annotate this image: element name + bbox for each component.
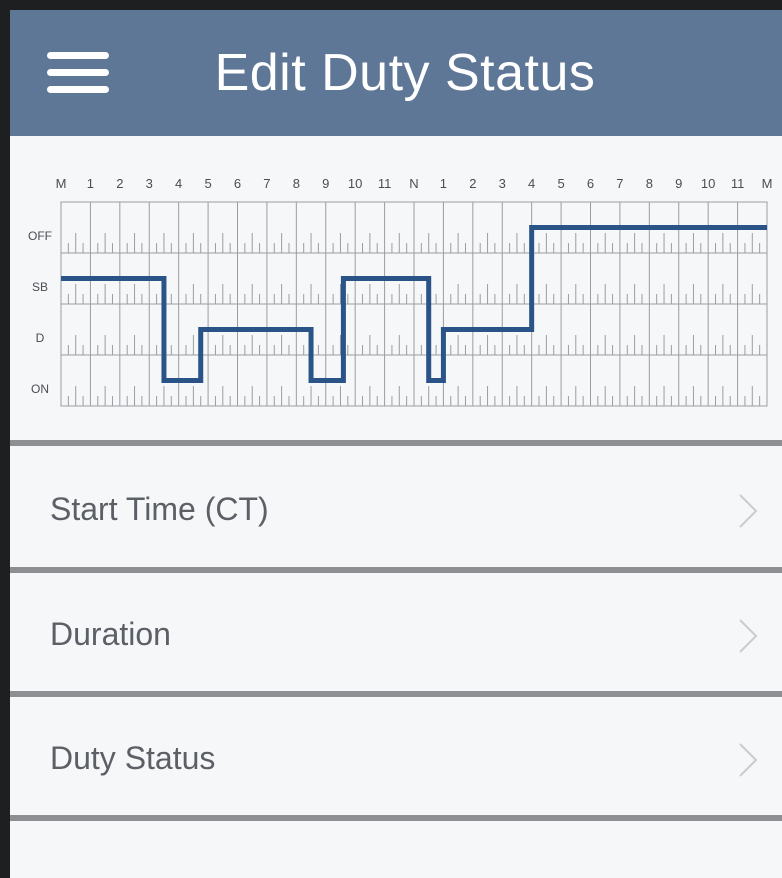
hour-tick-label: 7 — [263, 176, 270, 191]
page-title: Edit Duty Status — [214, 44, 596, 102]
hour-tick-label: 9 — [322, 176, 329, 191]
hour-tick-label: 6 — [234, 176, 241, 191]
header-bar: Edit Duty Status — [10, 10, 782, 136]
duty-status-log-graph: M 1 2 3 4 5 6 7 8 9 10 11 N 1 2 3 4 5 6 7 8 9 10 11 M OFF SB D ON — [10, 136, 782, 446]
hour-tick-label: 5 — [557, 176, 564, 191]
divider — [10, 815, 782, 821]
hour-tick-label: 11 — [378, 176, 392, 191]
hour-tick-label: 5 — [204, 176, 211, 191]
hour-tick-label: 3 — [499, 176, 506, 191]
chevron-right-icon — [739, 619, 758, 653]
chevron-right-icon — [739, 743, 758, 777]
duration-label: Duration — [50, 616, 171, 652]
hour-tick-label: 1 — [87, 176, 94, 191]
hour-tick-label: 9 — [675, 176, 682, 191]
hour-tick-label: N — [409, 176, 418, 191]
hour-tick-label: 3 — [146, 176, 153, 191]
hour-tick-label: 4 — [175, 176, 182, 191]
divider — [10, 691, 782, 697]
hour-tick-label: M — [56, 176, 67, 191]
status-row-label: ON — [31, 382, 49, 396]
duty-status-label: Duty Status — [50, 740, 216, 776]
status-row-label: D — [36, 331, 45, 345]
hour-tick-label: 4 — [528, 176, 535, 191]
hour-tick-label: 11 — [731, 176, 745, 191]
hour-tick-label: 10 — [348, 176, 362, 191]
hour-tick-label: 8 — [646, 176, 653, 191]
hour-tick-label: 8 — [293, 176, 300, 191]
hour-tick-label: 2 — [116, 176, 123, 191]
start-time-label: Start Time (CT) — [50, 491, 269, 527]
duration-row[interactable]: Duration — [10, 576, 782, 692]
chevron-right-icon — [739, 494, 758, 528]
app-screen: Edit Duty Status M 1 2 3 4 5 6 7 8 9 10 11 N 1 2 3 4 5 6 7 8… — [10, 10, 782, 878]
hour-tick-label: M — [762, 176, 773, 191]
duty-status-row[interactable]: Duty Status — [10, 700, 782, 816]
hour-tick-label: 2 — [469, 176, 476, 191]
status-row-label: OFF — [28, 229, 52, 243]
divider — [10, 567, 782, 573]
divider — [10, 440, 782, 446]
hour-tick-label: 10 — [701, 176, 715, 191]
status-row-label: SB — [32, 280, 48, 294]
hour-tick-label: 1 — [440, 176, 447, 191]
hour-tick-label: 7 — [616, 176, 623, 191]
start-time-row[interactable]: Start Time (CT) — [10, 451, 782, 567]
hour-tick-label: 6 — [587, 176, 594, 191]
